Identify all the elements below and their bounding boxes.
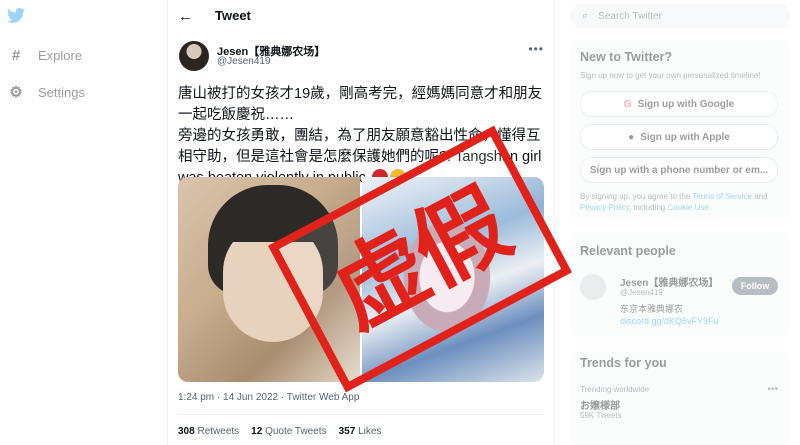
relevant-people-panel: Relevant people Jesen【雅典娜农场】 @Jesen419 东… <box>570 232 790 338</box>
person-bio: 东京本雅典娜农 <box>620 304 684 314</box>
new-to-twitter-panel: New to Twitter? Sign up now to get your … <box>570 40 790 220</box>
likes-stat[interactable]: 357 Likes <box>339 426 382 437</box>
signup-phone-button[interactable]: Sign up with a phone number or em... <box>580 157 778 183</box>
cookie-link[interactable]: Cookie Use. <box>667 203 711 212</box>
page-title: Tweet <box>215 8 251 23</box>
apple-icon: ● <box>628 131 635 143</box>
person-name[interactable]: Jesen【雅典娜农场】 <box>620 274 718 289</box>
signup-apple-button[interactable]: ● Sign up with Apple <box>580 124 778 150</box>
trend-context: Trending worldwide <box>580 385 650 394</box>
person-handle[interactable]: @Jesen419 <box>620 288 663 297</box>
terms-text: By signing up, you agree to the Terms of… <box>580 192 768 212</box>
nav-item-settings[interactable]: ⚙ Settings <box>8 84 85 101</box>
right-sidebar: ⌕ Search Twitter New to Twitter? Sign up… <box>560 0 800 445</box>
search-input[interactable]: ⌕ Search Twitter <box>570 4 790 28</box>
avatar[interactable] <box>580 274 606 300</box>
panel-title: New to Twitter? <box>580 50 673 64</box>
tweet-header: ← Tweet <box>168 0 554 33</box>
gear-icon: ⚙ <box>9 84 23 101</box>
terms-link[interactable]: Terms of Service <box>692 192 752 201</box>
google-icon: G <box>623 98 632 110</box>
panel-subtitle: Sign up now to get your own personalized… <box>580 71 761 80</box>
search-icon: ⌕ <box>582 9 589 22</box>
quotes-stat[interactable]: 12 Quote Tweets <box>251 426 326 437</box>
trend-count: 59K Tweets <box>580 411 622 420</box>
nav-item-label: Explore <box>38 47 83 63</box>
author-handle[interactable]: @Jesen419 <box>217 56 271 67</box>
nav-item-explore[interactable]: # Explore <box>8 46 83 64</box>
tweet-stats: 308 Retweets 12 Quote Tweets 357 Likes <box>178 426 381 437</box>
trend-topic[interactable]: お嬢様部 <box>580 397 620 412</box>
tweet-timestamp[interactable]: 1:24 pm · 14 Jun 2022 · Twitter Web App <box>178 392 359 403</box>
left-nav: # Explore ⚙ Settings <box>0 0 167 445</box>
avatar[interactable] <box>179 41 209 71</box>
back-arrow-icon[interactable]: ← <box>178 8 193 25</box>
panel-title: Relevant people <box>580 244 676 258</box>
person-link[interactable]: discord.gg/dKQ6vFY9Fu <box>620 316 719 326</box>
signup-google-button[interactable]: G Sign up with Google <box>580 91 778 117</box>
retweets-stat[interactable]: 308 Retweets <box>178 426 239 437</box>
follow-button[interactable]: Follow <box>732 277 778 295</box>
panel-title: Trends for you <box>580 356 667 370</box>
more-options-icon[interactable]: ••• <box>767 384 778 395</box>
trends-panel: Trends for you Trending worldwide お嬢様部 5… <box>570 350 790 445</box>
divider <box>178 414 544 415</box>
more-options-icon[interactable]: ••• <box>528 42 544 56</box>
privacy-link[interactable]: Privacy Policy <box>580 203 629 212</box>
hashtag-icon: # <box>11 46 21 64</box>
twitter-logo-icon[interactable] <box>6 6 26 26</box>
nav-item-label: Settings <box>38 84 85 100</box>
search-placeholder: Search Twitter <box>598 10 662 22</box>
